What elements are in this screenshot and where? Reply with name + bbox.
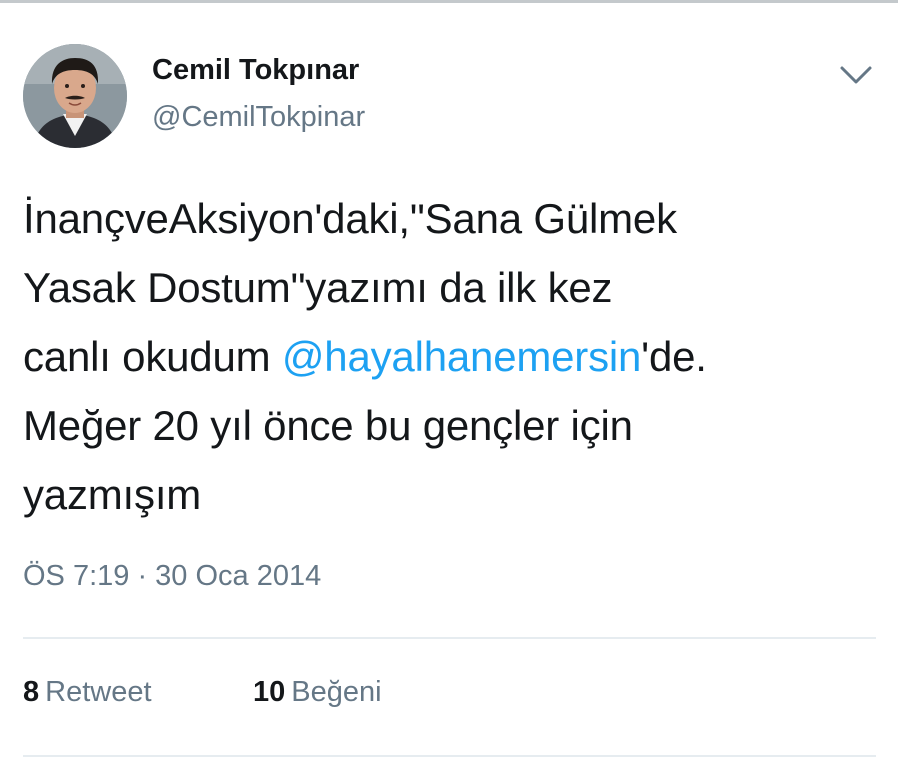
tweet-text-line: İnançveAksiyon'daki,"Sana Gülmek xyxy=(23,195,677,242)
username[interactable]: @CemilTokpinar xyxy=(152,101,365,134)
like-count: 10 xyxy=(253,676,286,708)
timestamp[interactable]: ÖS 7:19 · 30 Oca 2014 xyxy=(23,560,321,593)
retweet-stat[interactable]: 8 Retweet xyxy=(23,676,152,709)
tweet-text-line: Yasak Dostum"yazımı da ilk kez xyxy=(23,264,613,311)
tweet-text-line: Meğer 20 yıl önce bu gençler için xyxy=(23,402,633,449)
tweet-text-fragment: canlı okudum xyxy=(23,333,282,380)
top-divider xyxy=(0,0,898,3)
divider xyxy=(23,755,876,757)
mention-suffix: 'de. xyxy=(641,333,707,380)
divider xyxy=(23,637,876,639)
tweet-text-line: yazmışım xyxy=(23,471,202,518)
display-name[interactable]: Cemil Tokpınar xyxy=(152,54,359,87)
tweet-text-line: canlı okudum @hayalhanemersin'de. xyxy=(23,322,883,391)
profile-photo-icon xyxy=(23,44,127,148)
like-stat[interactable]: 10 Beğeni xyxy=(253,676,382,709)
tweet-text: İnançveAksiyon'daki,"Sana Gülmek Yasak D… xyxy=(23,184,883,529)
mention-link[interactable]: @hayalhanemersin xyxy=(282,333,641,380)
retweet-count: 8 xyxy=(23,676,40,708)
like-label: Beğeni xyxy=(291,676,382,708)
retweet-label: Retweet xyxy=(45,676,152,708)
avatar[interactable] xyxy=(23,44,127,148)
chevron-down-icon[interactable] xyxy=(838,62,874,88)
